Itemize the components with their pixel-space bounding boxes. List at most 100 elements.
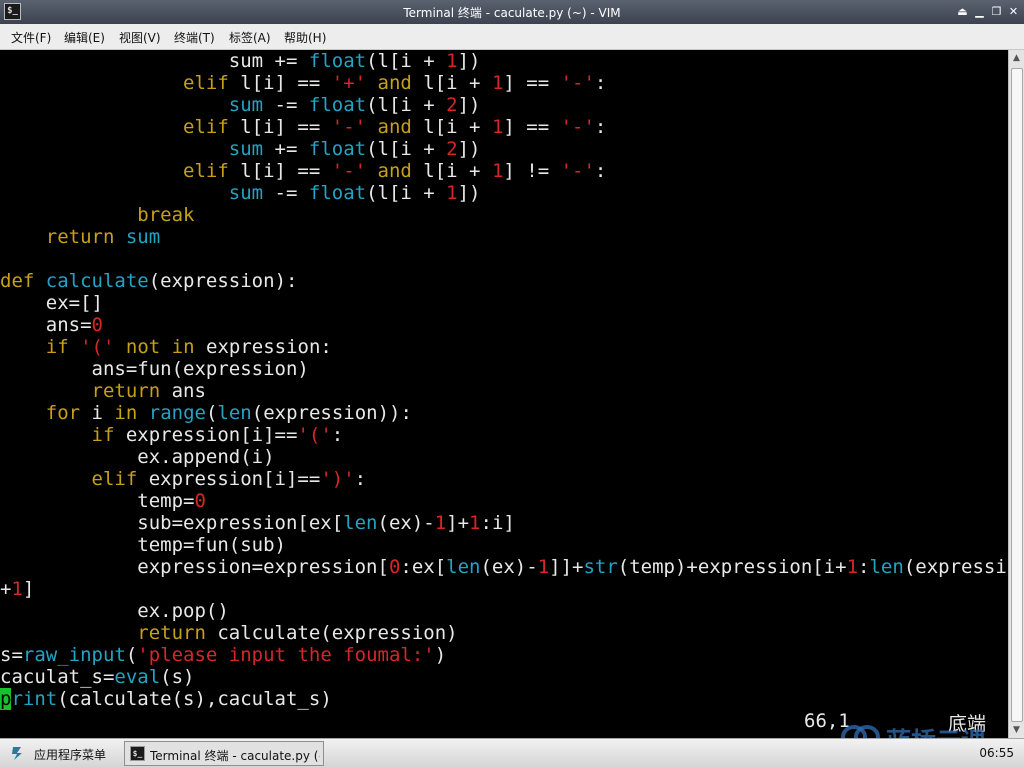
code-token: ex=[] <box>0 292 103 314</box>
code-line[interactable]: sub=expression[ex[len(ex)-1]+1:i] <box>0 512 1008 534</box>
code-line[interactable]: ex=[] <box>0 292 1008 314</box>
close-icon[interactable]: ✕ <box>1006 4 1021 19</box>
menu-terminal[interactable]: 终端(T) <box>174 29 215 46</box>
taskbar-window-button[interactable]: $_ Terminal 终端 - caculate.py (~) - VIM <box>124 741 324 766</box>
code-token: float <box>308 138 367 160</box>
code-token: (s) <box>160 666 195 688</box>
code-token: '-' <box>560 116 595 138</box>
code-line[interactable]: def calculate(expression): <box>0 270 1008 292</box>
code-line[interactable]: if '(' not in expression: <box>0 336 1008 358</box>
code-line[interactable]: s=raw_input('please input the foumal:') <box>0 644 1008 666</box>
code-token: 1 <box>491 72 504 94</box>
code-line[interactable]: return sum <box>0 226 1008 248</box>
code-line[interactable]: elif l[i] == '-' and l[i + 1] != '-': <box>0 160 1008 182</box>
taskbar-window-label: Terminal 终端 - caculate.py (~) - VIM <box>150 749 320 763</box>
window-titlebar[interactable]: $_ Terminal 终端 - caculate.py (~) - VIM ⏏… <box>0 0 1024 24</box>
eject-icon[interactable]: ⏏ <box>955 4 970 19</box>
code-line[interactable]: return ans <box>0 380 1008 402</box>
code-token: (expression): <box>148 270 298 292</box>
code-token: return <box>45 226 115 248</box>
code-token: len <box>343 512 378 534</box>
code-token: ')' <box>320 468 355 490</box>
code-line[interactable]: elif l[i] == '+' and l[i + 1] == '-': <box>0 72 1008 94</box>
code-line[interactable]: elif expression[i]==')': <box>0 468 1008 490</box>
code-line[interactable]: sum += float(l[i + 1]) <box>0 50 1008 72</box>
menu-help[interactable]: 帮助(H) <box>284 29 326 46</box>
code-token: rint <box>11 688 58 710</box>
code-token: l[i + <box>411 116 492 138</box>
code-line[interactable]: sum -= float(l[i + 1]) <box>0 182 1008 204</box>
code-token: sum <box>228 182 264 204</box>
code-line[interactable] <box>0 248 1008 270</box>
terminal-icon: $_ <box>130 746 145 761</box>
menu-file[interactable]: 文件(F) <box>11 29 51 46</box>
code-token: in <box>171 336 195 358</box>
code-token: (l[i + <box>366 50 447 72</box>
code-line[interactable]: ans=fun(expression) <box>0 358 1008 380</box>
code-token: '(' <box>80 336 115 358</box>
code-line[interactable]: +1] <box>0 578 1008 600</box>
window-title: Terminal 终端 - caculate.py (~) - VIM <box>403 6 621 20</box>
terminal-vim-buffer[interactable]: sum += float(l[i + 1]) elif l[i] == '+' … <box>0 50 1008 738</box>
menu-tabs[interactable]: 标签(A) <box>229 29 271 46</box>
menu-view[interactable]: 视图(V) <box>119 29 161 46</box>
code-line[interactable]: for i in range(len(expression)): <box>0 402 1008 424</box>
code-token: l[i] == <box>228 116 332 138</box>
scroll-up-icon[interactable]: ▲ <box>1009 50 1024 66</box>
code-token: (temp)+expression[i+ <box>617 556 847 578</box>
code-token: 1 <box>469 512 481 534</box>
menu-bar: 文件(F) 编辑(E) 视图(V) 终端(T) 标签(A) 帮助(H) <box>0 24 1024 50</box>
code-token: float <box>308 182 367 204</box>
code-token: 1 <box>491 160 504 182</box>
code-token: ( <box>205 402 218 424</box>
code-line[interactable]: if expression[i]=='(': <box>0 424 1008 446</box>
code-token: 1 <box>846 556 859 578</box>
code-token: ] == <box>503 72 561 94</box>
code-token: :i] <box>480 512 515 534</box>
code-token: expression[i]== <box>137 468 321 490</box>
code-token: (l[i + <box>366 182 447 204</box>
code-token: ]) <box>457 138 481 160</box>
code-token: ] != <box>503 160 561 182</box>
vertical-scrollbar[interactable]: ▲ ▼ <box>1008 50 1024 738</box>
code-token: (calculate(s),caculat_s) <box>57 688 332 710</box>
code-line[interactable]: sum += float(l[i + 2]) <box>0 138 1008 160</box>
code-line[interactable]: ex.pop() <box>0 600 1008 622</box>
code-line[interactable]: return calculate(expression) <box>0 622 1008 644</box>
app-menu-icon[interactable] <box>10 745 26 762</box>
code-token: sum <box>228 138 264 160</box>
scroll-down-icon[interactable]: ▼ <box>1009 722 1024 738</box>
code-line[interactable]: temp=0 <box>0 490 1008 512</box>
code-token: sum <box>228 94 264 116</box>
code-line[interactable]: temp=fun(sub) <box>0 534 1008 556</box>
menu-edit[interactable]: 编辑(E) <box>64 29 105 46</box>
minimize-icon[interactable]: ▁ <box>972 4 987 19</box>
applications-menu-button[interactable]: 应用程序菜单 <box>34 746 106 763</box>
code-line[interactable]: expression=expression[0:ex[len(ex)-1]]+s… <box>0 556 1008 578</box>
code-buffer[interactable]: sum += float(l[i + 1]) elif l[i] == '+' … <box>0 50 1008 710</box>
code-line[interactable]: elif l[i] == '-' and l[i + 1] == '-': <box>0 116 1008 138</box>
code-token: '(' <box>297 424 332 446</box>
code-line[interactable]: sum -= float(l[i + 2]) <box>0 94 1008 116</box>
code-token: : <box>858 556 870 578</box>
code-token: ] <box>22 578 35 600</box>
code-line[interactable]: break <box>0 204 1008 226</box>
restore-icon[interactable]: ❐ <box>989 4 1004 19</box>
code-token: temp=fun(sub) <box>0 534 286 556</box>
code-line[interactable]: caculat_s=eval(s) <box>0 666 1008 688</box>
code-line[interactable]: ans=0 <box>0 314 1008 336</box>
code-line[interactable]: ex.append(i) <box>0 446 1008 468</box>
code-line[interactable]: print(calculate(s),caculat_s) <box>0 688 1008 710</box>
code-token: ans= <box>0 314 92 336</box>
code-token: -= <box>263 94 309 116</box>
scrollbar-thumb[interactable] <box>1011 68 1023 722</box>
